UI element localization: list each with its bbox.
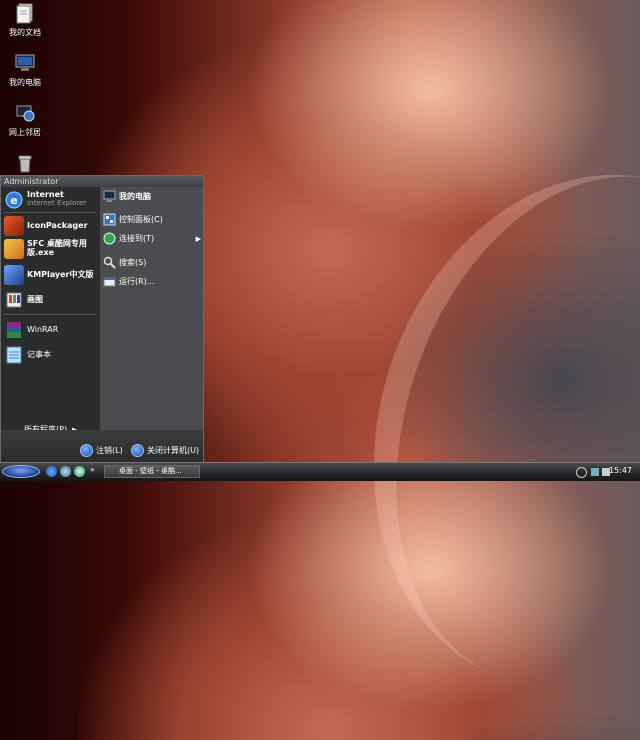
arrow-right-icon: ▶ (195, 234, 201, 243)
my-computer-icon (103, 190, 116, 203)
start-item-iconpackager[interactable]: IconPackager (4, 216, 98, 236)
tray-expand-icon[interactable] (576, 466, 587, 478)
network-tray-icon[interactable] (591, 468, 599, 476)
shutdown-label: 关闭计算机(U) (147, 446, 200, 455)
start-item-sublabel: Internet Explorer (27, 199, 87, 207)
winrar-icon (4, 320, 24, 340)
taskbar: » 桌面 - 壁纸 - 桌酷... 15:47 (0, 462, 640, 481)
my-documents-icon (14, 2, 36, 24)
desktop-icon-label: 我的电脑 (9, 78, 41, 87)
control-panel-icon (103, 213, 116, 226)
start-right-run[interactable]: 运行(R)... (103, 275, 154, 288)
taskbar-window-label: 桌面 - 壁纸 - 桌酷... (119, 467, 182, 475)
logoff-label: 注销(L) (96, 446, 123, 455)
taskbar-window-button[interactable]: 桌面 - 壁纸 - 桌酷... (104, 465, 200, 478)
sfc-icon (4, 239, 24, 259)
search-icon (103, 256, 116, 269)
start-right-connect-to[interactable]: 连接到(T) ▶ (103, 232, 201, 245)
my-computer-icon (14, 52, 36, 74)
start-right-control-panel[interactable]: 控制面板(C) (103, 213, 163, 226)
svg-text:e: e (10, 194, 17, 207)
desktop-icon-recycle-bin[interactable] (2, 152, 48, 177)
connect-to-icon (103, 232, 116, 245)
iconpackager-icon (4, 216, 24, 236)
notepad-icon (4, 345, 24, 365)
start-item-notepad[interactable]: 记事本 (4, 345, 98, 365)
logoff-button[interactable]: 注销(L) (80, 444, 123, 457)
start-button[interactable] (2, 465, 40, 478)
desktop-icon-my-documents[interactable]: 我的文档 (2, 2, 48, 38)
media-icon[interactable] (74, 466, 85, 477)
shutdown-button[interactable]: 关闭计算机(U) (131, 444, 199, 457)
start-item-internet[interactable]: e Internet Internet Explorer (4, 190, 98, 210)
quick-launch-overflow[interactable]: » (90, 465, 95, 474)
start-item-label: 画图 (27, 295, 43, 304)
start-right-label: 我的电脑 (119, 192, 151, 201)
separator (4, 314, 96, 315)
internet-explorer-icon: e (4, 190, 24, 210)
desktop-icon-label: 我的文档 (9, 28, 41, 37)
start-item-label: IconPackager (27, 221, 88, 230)
start-item-label: KMPlayer中文版 (27, 270, 94, 279)
start-item-kmplayer[interactable]: KMPlayer中文版 (4, 265, 98, 285)
start-item-paint[interactable]: 画图 (4, 290, 98, 310)
start-right-search[interactable]: 搜索(S) (103, 256, 146, 269)
start-item-label: Internet (27, 190, 64, 199)
start-right-label: 搜索(S) (119, 258, 147, 267)
kmplayer-icon (4, 265, 24, 285)
desktop-icon-label: 网上邻居 (9, 128, 41, 137)
start-item-label: WinRAR (27, 325, 59, 334)
start-item-label: SFC 桌酷网专用版.exe (27, 239, 87, 257)
start-item-sfc[interactable]: SFC 桌酷网专用版.exe (4, 239, 98, 259)
show-desktop-icon[interactable] (60, 466, 71, 477)
recycle-bin-icon (14, 152, 36, 174)
run-icon (103, 275, 116, 288)
start-right-label: 连接到(T) (119, 234, 155, 243)
logoff-icon (80, 444, 93, 457)
start-right-label: 控制面板(C) (119, 215, 163, 224)
desktop-icon-network[interactable]: 网上邻居 (2, 102, 48, 138)
wallpaper-swoosh (309, 119, 640, 740)
network-places-icon (14, 102, 36, 124)
separator (4, 212, 96, 213)
paint-icon (4, 290, 24, 310)
start-right-my-computer[interactable]: 我的电脑 (103, 190, 151, 203)
clock[interactable]: 15:47 (609, 466, 632, 475)
start-item-winrar[interactable]: WinRAR (4, 320, 98, 340)
ie-icon[interactable] (46, 466, 57, 477)
desktop-icon-my-computer[interactable]: 我的电脑 (2, 52, 48, 88)
start-menu-user: Administrator (1, 176, 203, 187)
start-right-label: 运行(R)... (119, 277, 155, 286)
start-item-label: 记事本 (27, 350, 51, 359)
power-icon (131, 444, 144, 457)
